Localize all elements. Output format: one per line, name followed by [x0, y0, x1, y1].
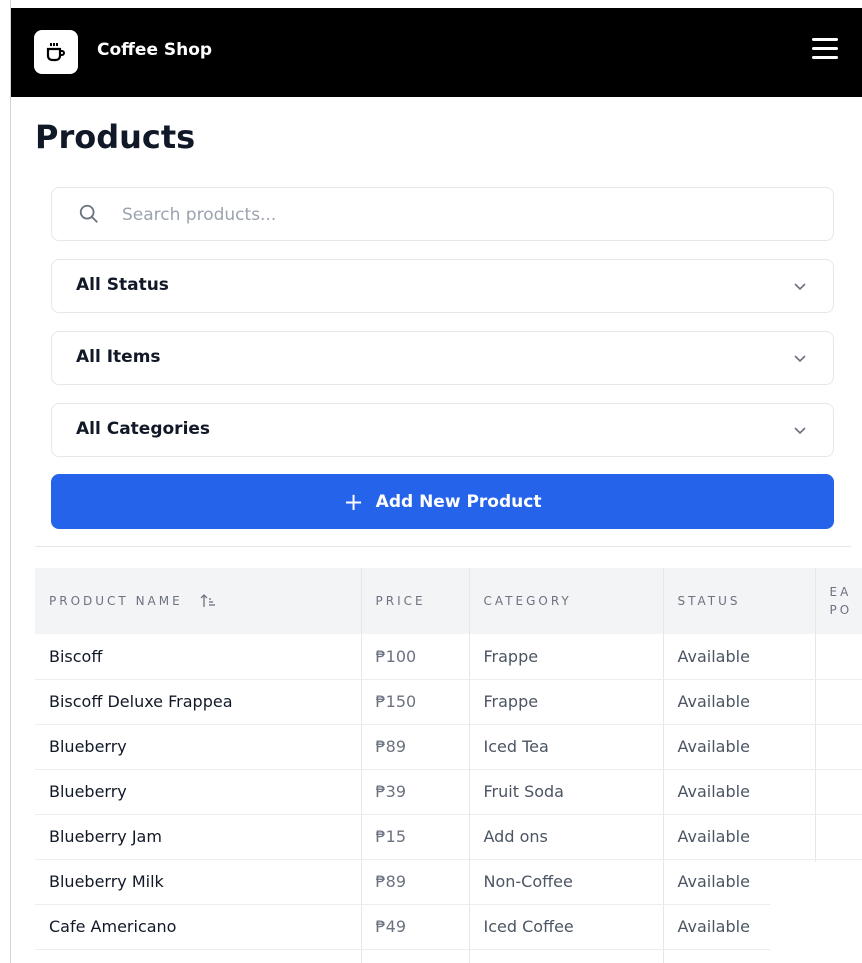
column-header-status[interactable]: STATUS	[663, 568, 816, 634]
category-cell: Frappe	[469, 679, 664, 725]
product-name-cell: Blueberry	[35, 769, 362, 815]
category-cell	[469, 949, 664, 963]
status-filter-select[interactable]: All Status	[51, 259, 834, 313]
column-header-category[interactable]: CATEGORY	[469, 568, 664, 634]
product-name-cell: Biscoff Deluxe Frappea	[35, 679, 362, 725]
chevron-down-icon	[794, 283, 806, 291]
category-filter-select[interactable]: All Categories	[51, 403, 834, 457]
price-cell: ₱89	[361, 724, 470, 770]
category-filter-value: All Categories	[76, 419, 211, 439]
table-header-row: PRODUCT NAME PRICE CATEGORY STATUS EA PO	[35, 568, 862, 634]
search-box	[51, 187, 834, 241]
status-cell: Available	[663, 679, 816, 725]
table-row[interactable]: Biscoff ₱100 Frappe Available	[35, 634, 862, 680]
section-divider	[35, 546, 851, 547]
status-cell: Available	[663, 724, 816, 770]
coffee-cup-icon	[34, 30, 78, 74]
price-cell	[361, 949, 470, 963]
category-cell: Iced Tea	[469, 724, 664, 770]
table-row[interactable]: Blueberry ₱89 Iced Tea Available	[35, 724, 862, 770]
table-overlay-blank	[770, 862, 862, 963]
table-row[interactable]: Blueberry Jam ₱15 Add ons Available	[35, 814, 862, 860]
page-title: Products	[35, 118, 196, 156]
column-header-product-name[interactable]: PRODUCT NAME	[35, 568, 362, 634]
search-icon	[79, 204, 98, 223]
search-input[interactable]	[120, 200, 804, 230]
product-name-cell: Blueberry	[35, 724, 362, 770]
add-new-product-label: Add New Product	[375, 491, 542, 512]
product-name-cell: Cafe Americano	[35, 904, 362, 950]
price-cell: ₱39	[361, 769, 470, 815]
status-cell: Available	[663, 634, 816, 680]
price-cell: ₱100	[361, 634, 470, 680]
price-cell: ₱89	[361, 859, 470, 905]
price-cell: ₱49	[361, 904, 470, 950]
items-filter-value: All Items	[76, 347, 161, 367]
overflow-cell	[815, 634, 862, 680]
category-cell: Add ons	[469, 814, 664, 860]
column-header-overflow[interactable]: EA PO	[815, 568, 862, 634]
category-cell: Non-Coffee	[469, 859, 664, 905]
column-header-label: PRODUCT NAME	[49, 593, 183, 608]
table-row[interactable]: Biscoff Deluxe Frappea ₱150 Frappe Avail…	[35, 679, 862, 725]
sort-ascending-icon[interactable]	[200, 594, 216, 608]
overflow-cell	[815, 724, 862, 770]
chevron-down-icon	[794, 427, 806, 435]
table-row[interactable]: Cafe Americano ₱49 Iced Coffee Available	[35, 904, 862, 950]
product-name-cell: Biscoff	[35, 634, 362, 680]
status-cell: Available	[663, 769, 816, 815]
hamburger-menu-icon[interactable]	[812, 38, 838, 64]
products-table: PRODUCT NAME PRICE CATEGORY STATUS EA PO	[35, 568, 862, 963]
table-row[interactable]: Blueberry ₱39 Fruit Soda Available	[35, 769, 862, 815]
category-cell: Frappe	[469, 634, 664, 680]
column-header-label: EA PO	[829, 585, 853, 617]
overflow-cell	[815, 769, 862, 815]
chevron-down-icon	[794, 355, 806, 363]
add-new-product-button[interactable]: + Add New Product	[51, 474, 834, 529]
plus-icon: +	[343, 487, 364, 516]
product-name-cell: Blueberry Jam	[35, 814, 362, 860]
overflow-cell	[815, 679, 862, 725]
app-title: Coffee Shop	[97, 40, 213, 60]
price-cell: ₱150	[361, 679, 470, 725]
status-filter-value: All Status	[76, 275, 169, 295]
top-navbar: Coffee Shop	[11, 8, 862, 97]
left-border	[10, 0, 11, 963]
table-row[interactable]: Blueberry Milk ₱89 Non-Coffee Available	[35, 859, 862, 905]
items-filter-select[interactable]: All Items	[51, 331, 834, 385]
product-name-cell: Blueberry Milk	[35, 859, 362, 905]
overflow-cell	[815, 814, 862, 860]
status-cell: Available	[663, 814, 816, 860]
column-header-price[interactable]: PRICE	[361, 568, 470, 634]
product-name-cell	[35, 949, 362, 963]
table-row[interactable]	[35, 949, 862, 963]
price-cell: ₱15	[361, 814, 470, 860]
category-cell: Fruit Soda	[469, 769, 664, 815]
category-cell: Iced Coffee	[469, 904, 664, 950]
